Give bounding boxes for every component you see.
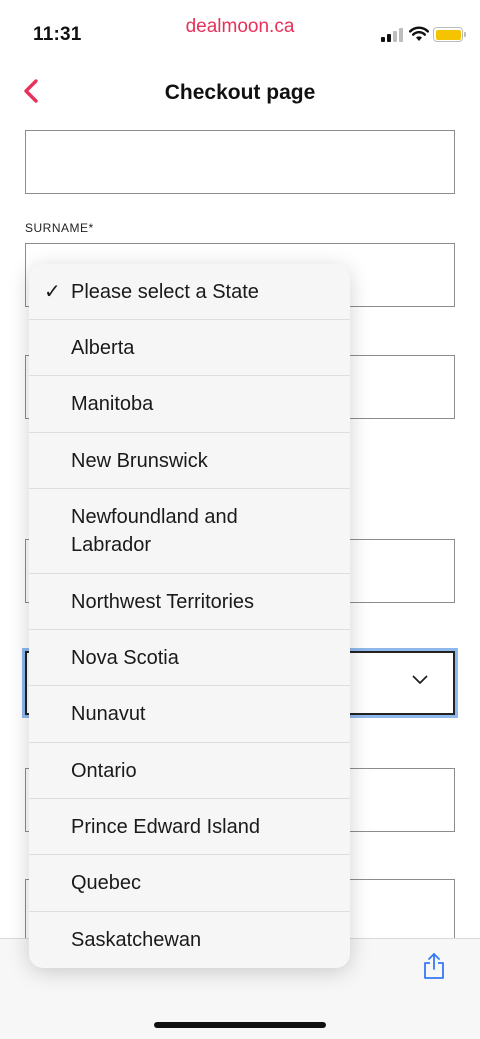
picker-option-please-select[interactable]: ✓ Please select a State (29, 264, 350, 320)
picker-option-newfoundland[interactable]: Newfoundland and Labrador (29, 489, 350, 574)
picker-option-new-brunswick[interactable]: New Brunswick (29, 433, 350, 489)
option-label: Please select a State (71, 280, 259, 303)
picker-option-northwest-territories[interactable]: Northwest Territories (29, 574, 350, 630)
chevron-down-icon (412, 675, 428, 684)
option-label: Nunavut (71, 703, 146, 725)
option-label: Saskatchewan (71, 929, 202, 951)
option-label: Newfoundland and Labrador (71, 506, 238, 556)
site-name: dealmoon.ca (185, 16, 295, 37)
picker-option-ontario[interactable]: Ontario (29, 743, 350, 799)
picker-option-nova-scotia[interactable]: Nova Scotia (29, 630, 350, 686)
first-name-field[interactable] (25, 130, 455, 194)
battery-icon (433, 27, 466, 42)
option-label: Quebec (71, 872, 142, 894)
picker-option-nunavut[interactable]: Nunavut (29, 686, 350, 743)
home-indicator (154, 1022, 326, 1028)
picker-option-saskatchewan[interactable]: Saskatchewan (29, 912, 350, 968)
surname-label: SURNAME* (25, 221, 94, 235)
wifi-icon (409, 26, 429, 41)
option-label: Prince Edward Island (71, 815, 260, 838)
option-label: Nova Scotia (71, 646, 179, 669)
state-picker: ✓ Please select a State Alberta Manitoba… (29, 264, 350, 968)
share-icon[interactable] (422, 952, 446, 980)
status-bar: 11:31 dealmoon.ca (0, 0, 480, 64)
option-label: Ontario (71, 759, 137, 782)
picker-option-quebec[interactable]: Quebec (29, 855, 350, 912)
option-label: Northwest Territories (71, 590, 255, 613)
option-label: Alberta (71, 336, 135, 359)
page-title: Checkout page (164, 81, 316, 104)
option-label: Manitoba (71, 393, 154, 415)
picker-option-prince-edward-island[interactable]: Prince Edward Island (29, 799, 350, 855)
checkmark-icon: ✓ (44, 280, 61, 303)
option-label: New Brunswick (71, 449, 208, 472)
picker-option-alberta[interactable]: Alberta (29, 320, 350, 376)
signal-icon (381, 28, 405, 42)
picker-option-manitoba[interactable]: Manitoba (29, 376, 350, 433)
